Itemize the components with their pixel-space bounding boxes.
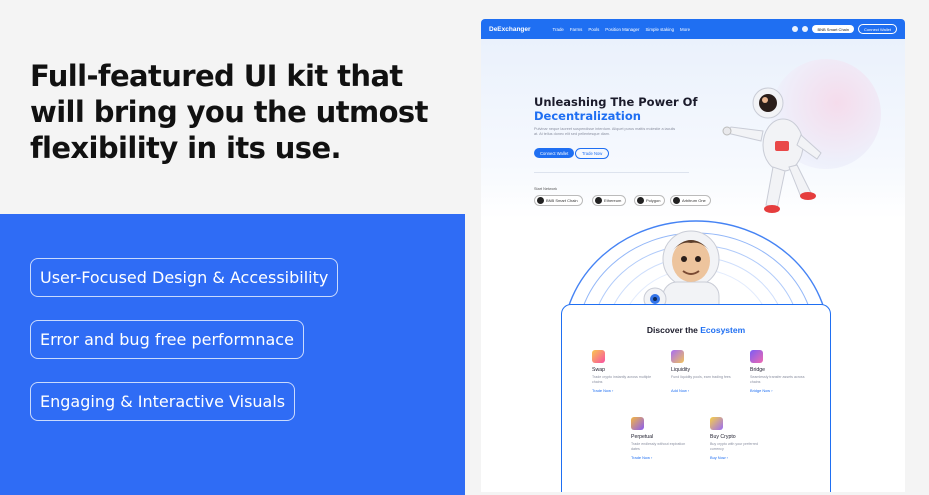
ecosystem-title-plain: Discover the: [646, 325, 701, 335]
network-ethereum[interactable]: Ethereum: [592, 195, 627, 206]
card-liquidity: Liquidity Fund liquidity pools, earn tra…: [671, 350, 731, 393]
card-description: Fund liquidity pools, earn trading fees: [671, 375, 731, 379]
nav-item-farms[interactable]: Farms: [570, 27, 582, 32]
feature-pill-bug-free: Error and bug free performnace: [30, 320, 304, 359]
card-description: Seamlessly transfer assets across chains: [750, 375, 805, 384]
feature-pill-visuals: Engaging & Interactive Visuals: [30, 382, 296, 421]
card-perpetual: Perpetual Trade endlessly without expira…: [631, 417, 691, 460]
hero-title-line1: Unleashing The Power Of: [534, 95, 698, 109]
arbitrum-icon: [673, 197, 680, 204]
nav-item-simple-staking[interactable]: Simple staking: [645, 27, 674, 32]
network-arbitrum-label: Arbitrum One: [682, 198, 706, 203]
chain-select[interactable]: BNB Smart Chain: [812, 25, 855, 33]
bridge-icon: [750, 350, 763, 363]
astronaut-illustration: [722, 87, 822, 213]
card-swap: Swap Trade crypto instantly across multi…: [592, 350, 652, 393]
swap-icon: [592, 350, 605, 363]
card-title: Perpetual: [631, 434, 654, 440]
add-now-link[interactable]: Add Now ›: [671, 388, 731, 393]
nav-actions: BNB Smart Chain Connect Wallet: [792, 24, 897, 34]
ecosystem-section: Discover the Ecosystem Swap Trade crypto…: [561, 304, 831, 492]
polygon-icon: [637, 197, 644, 204]
nav-item-position-manager[interactable]: Position Manager: [605, 27, 639, 32]
top-nav: DeExchanger Trade Farms Pools Position M…: [481, 19, 905, 39]
card-description: Trade endlessly without expiration dates: [631, 442, 686, 451]
website-preview: DeExchanger Trade Farms Pools Position M…: [481, 19, 905, 492]
card-title: Bridge: [750, 367, 765, 373]
hero-title-line2: Decentralization: [534, 109, 641, 123]
feature-pill-accessibility: User-Focused Design & Accessibility: [30, 258, 339, 297]
network-label: Start Network: [534, 187, 557, 191]
bnb-icon: [537, 197, 544, 204]
connect-wallet-button[interactable]: Connect Wallet: [534, 148, 575, 158]
card-title: Liquidity: [671, 367, 691, 373]
trade-now-link[interactable]: Trade Now ›: [592, 388, 652, 393]
hero-title: Unleashing The Power Of Decentralization: [534, 95, 697, 123]
hero-section: Unleashing The Power Of Decentralization…: [481, 39, 905, 219]
card-title: Swap: [592, 367, 605, 373]
card-description: Buy crypto with your preferred currency: [710, 442, 758, 451]
nav-item-trade[interactable]: Trade: [553, 27, 564, 32]
features-panel: User-Focused Design & Accessibility Erro…: [0, 214, 465, 495]
connect-wallet-nav-button[interactable]: Connect Wallet: [858, 24, 897, 34]
network-ethereum-label: Ethereum: [604, 198, 622, 203]
nav-item-more[interactable]: More: [680, 27, 690, 32]
nav-item-pools[interactable]: Pools: [588, 27, 599, 32]
card-bridge: Bridge Seamlessly transfer assets across…: [750, 350, 810, 393]
perpetual-icon: [631, 417, 644, 430]
network-bnb[interactable]: BNB Smart Chain: [534, 195, 583, 206]
buy-now-link[interactable]: Buy Now ›: [710, 455, 770, 460]
network-polygon-label: Polygon: [646, 198, 661, 203]
network-polygon[interactable]: Polygon: [634, 195, 666, 206]
card-buy-crypto: Buy Crypto Buy crypto with your preferre…: [710, 417, 770, 460]
card-description: Trade crypto instantly across multiple c…: [592, 375, 652, 384]
ethereum-icon: [595, 197, 602, 204]
network-bnb-label: BNB Smart Chain: [546, 198, 578, 203]
headline: Full-featured UI kit that will bring you…: [30, 59, 428, 165]
trade-now-button[interactable]: Trade Now: [575, 148, 610, 159]
hero-divider: [534, 172, 689, 173]
ecosystem-title: Discover the Ecosystem: [562, 325, 830, 335]
network-arbitrum[interactable]: Arbitrum One: [670, 195, 711, 206]
ecosystem-title-accent: Ecosystem: [700, 325, 746, 335]
globe-icon[interactable]: [792, 26, 799, 32]
gear-icon[interactable]: [802, 26, 809, 32]
card-title: Buy Crypto: [710, 434, 736, 440]
trade-now-link[interactable]: Trade Now ›: [631, 455, 691, 460]
brand-logo[interactable]: DeExchanger: [489, 26, 531, 33]
bridge-now-link[interactable]: Bridge Now ›: [750, 388, 810, 393]
hero-description: Pulvinar neque laoreet suspendisse inter…: [534, 127, 676, 136]
buy-crypto-icon: [710, 417, 723, 430]
liquidity-icon: [671, 350, 684, 363]
